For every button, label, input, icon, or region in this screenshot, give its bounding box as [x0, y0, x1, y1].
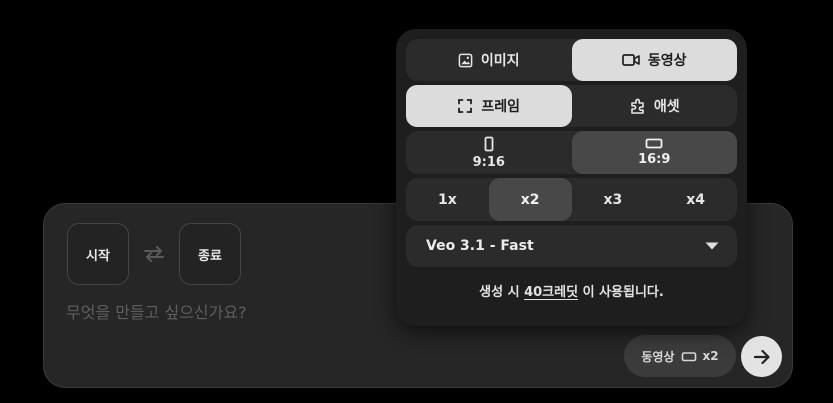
end-frame-slot[interactable]: 종료 [179, 223, 241, 285]
aspect-option-9-16[interactable]: 9:16 [406, 131, 572, 174]
portrait-ratio-icon [484, 136, 494, 151]
mode-segmented-control: 이미지 동영상 [406, 39, 737, 81]
generation-settings-popover: 이미지 동영상 프레임 애셋 9:16 16:9 1x x2 x3 x4 Veo… [396, 29, 747, 326]
asset-icon [631, 98, 644, 114]
count-option-label: x2 [520, 191, 540, 208]
aspect-option-label: 9:16 [472, 154, 505, 170]
aspect-option-label: 16:9 [638, 152, 671, 167]
count-option-label: 1x [437, 191, 457, 208]
landscape-ratio-icon [645, 138, 663, 149]
credit-note-prefix: 생성 시 [479, 285, 525, 300]
swap-arrows-icon [144, 246, 164, 262]
output-count-segmented-control: 1x x2 x3 x4 [406, 178, 737, 221]
tab-asset-label: 애셋 [653, 99, 680, 115]
credit-note-suffix: 이 사용됩니다. [578, 285, 664, 300]
send-button[interactable] [741, 336, 782, 377]
credit-amount-link[interactable]: 40크레딧 [524, 285, 578, 300]
video-camera-icon [622, 54, 640, 66]
end-frame-label: 종료 [198, 248, 222, 264]
tab-frame[interactable]: 프레임 [406, 85, 572, 127]
start-frame-label: 시작 [86, 248, 110, 264]
count-option-label: x4 [686, 191, 706, 208]
image-icon [458, 53, 473, 67]
summary-count-label: x2 [702, 349, 719, 363]
aspect-ratio-segmented-control: 9:16 16:9 [406, 131, 737, 174]
tab-video[interactable]: 동영상 [571, 39, 737, 81]
model-select[interactable]: Veo 3.1 - Fast [406, 225, 737, 267]
arrow-right-icon [753, 349, 770, 364]
tab-image[interactable]: 이미지 [406, 39, 572, 81]
tab-asset[interactable]: 애셋 [572, 85, 738, 127]
tab-frame-label: 프레임 [481, 99, 521, 115]
model-select-value: Veo 3.1 - Fast [426, 238, 534, 254]
count-option-x4[interactable]: x4 [654, 178, 737, 221]
count-option-x2[interactable]: x2 [488, 178, 572, 221]
frame-corners-icon [458, 99, 473, 113]
input-type-segmented-control: 프레임 애셋 [406, 85, 737, 127]
aspect-option-16-9[interactable]: 16:9 [571, 131, 737, 174]
swap-frames-button[interactable] [140, 242, 168, 266]
settings-summary-chip[interactable]: 동영상 x2 [624, 335, 736, 377]
landscape-ratio-icon [681, 351, 696, 361]
credit-cost-note: 생성 시 40크레딧 이 사용됩니다. [406, 281, 737, 300]
tab-video-label: 동영상 [647, 53, 687, 69]
count-option-1x[interactable]: 1x [406, 178, 489, 221]
tab-image-label: 이미지 [480, 53, 520, 69]
count-option-x3[interactable]: x3 [572, 178, 655, 221]
count-option-label: x3 [603, 191, 623, 208]
summary-mode-label: 동영상 [641, 349, 675, 364]
prompt-input[interactable] [66, 300, 396, 324]
caret-down-icon [705, 242, 719, 250]
start-frame-slot[interactable]: 시작 [67, 223, 129, 285]
